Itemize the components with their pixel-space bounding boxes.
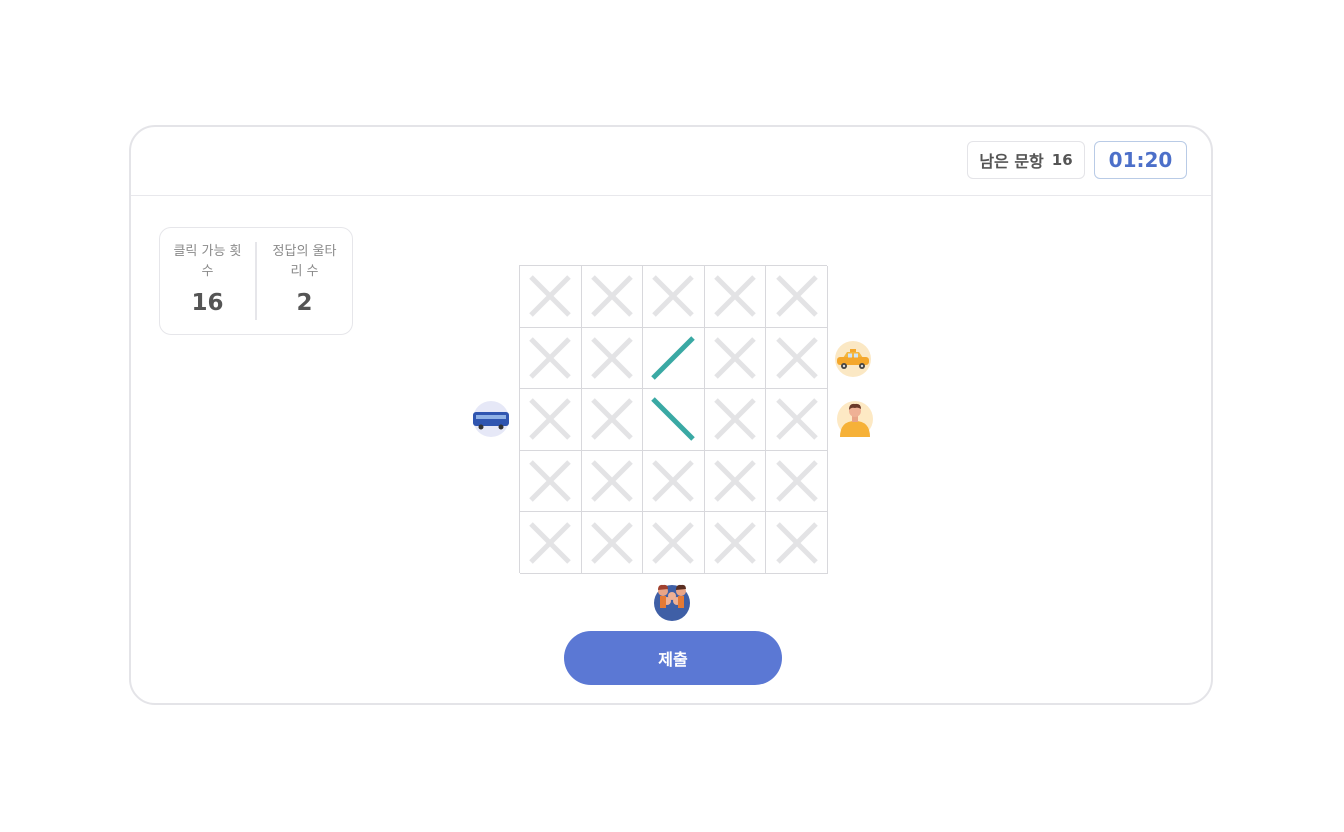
remaining-questions-badge: 남은 문항 16 [967,141,1085,179]
clicks-value: 16 [191,290,224,316]
x-mark-icon [714,337,756,379]
grid-cell-r1-c3[interactable] [643,266,705,328]
grid-cell-r5-c3[interactable] [643,512,705,574]
bus-icon [471,399,511,439]
x-mark-icon [591,398,633,441]
clicks-stat: 클릭 가능 횟수 16 [160,228,255,334]
grid-cell-r3-c3[interactable] [643,389,705,451]
grid-cell-r4-c2[interactable] [581,450,644,513]
fence-count-value: 2 [296,290,313,316]
top-bar: 남은 문항 16 01:20 [131,127,1211,196]
x-mark-icon [591,275,633,318]
grid-cell-r2-c3[interactable] [643,327,705,390]
grid-cell-r3-c5[interactable] [766,389,828,451]
submit-button[interactable]: 제출 [564,631,782,685]
grid-cell-r5-c2[interactable] [581,512,644,574]
taxi-icon [833,339,873,379]
fence-slash-icon [651,336,696,380]
x-mark-icon [529,521,572,564]
x-mark-icon [714,521,756,564]
timer: 01:20 [1094,141,1187,179]
x-mark-icon [652,275,695,318]
x-mark-icon [529,460,572,502]
x-mark-icon [591,521,633,564]
x-mark-icon [591,337,633,379]
x-mark-icon [775,398,818,441]
grid-cell-r5-c4[interactable] [704,512,767,574]
x-mark-icon [714,275,756,318]
x-mark-icon [775,460,818,502]
grid-cell-r4-c1[interactable] [520,450,582,513]
grid-cell-r2-c4[interactable] [704,327,767,390]
grid-cell-r1-c4[interactable] [704,266,767,328]
fence-count-stat: 정답의 울타리 수 2 [257,228,352,334]
grid-cell-r2-c2[interactable] [581,327,644,390]
grid-cell-r1-c5[interactable] [766,266,828,328]
x-mark-icon [529,398,572,441]
puzzle-grid [519,265,828,574]
fence-backslash-icon [651,397,696,442]
person-icon [835,399,875,439]
x-mark-icon [529,275,572,318]
stats-panel: 클릭 가능 횟수 16 정답의 울타리 수 2 [159,227,353,335]
x-mark-icon [775,337,818,379]
grid-cell-r3-c2[interactable] [581,389,644,451]
grid-cell-r1-c1[interactable] [520,266,582,328]
fence-count-label: 정답의 울타리 수 [272,244,337,279]
grid-cell-r5-c1[interactable] [520,512,582,574]
x-mark-icon [652,460,695,502]
remaining-count: 16 [1051,151,1073,169]
x-mark-icon [591,460,633,502]
grid-cell-r1-c2[interactable] [581,266,644,328]
grid-cell-r2-c5[interactable] [766,327,828,390]
x-mark-icon [775,521,818,564]
grid-cell-r5-c5[interactable] [766,512,828,574]
remaining-label: 남은 문항 [979,152,1044,171]
x-mark-icon [652,521,695,564]
clicks-label: 클릭 가능 횟수 [173,244,242,279]
grid-cell-r4-c3[interactable] [643,450,705,513]
grid-cell-r4-c5[interactable] [766,450,828,513]
x-mark-icon [714,398,756,441]
x-mark-icon [529,337,572,379]
x-mark-icon [775,275,818,318]
grid-cell-r3-c1[interactable] [520,389,582,451]
x-mark-icon [714,460,756,502]
group-people-icon [652,581,692,621]
grid-cell-r2-c1[interactable] [520,327,582,390]
grid-cell-r3-c4[interactable] [704,389,767,451]
grid-cell-r4-c4[interactable] [704,450,767,513]
game-frame: 남은 문항 16 01:20 클릭 가능 횟수 16 정답의 울타리 수 2 제… [129,125,1213,705]
